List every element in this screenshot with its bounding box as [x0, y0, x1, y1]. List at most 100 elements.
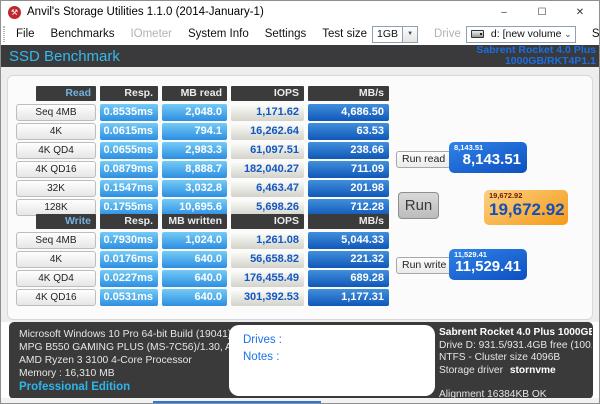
- info-panel: Microsoft Windows 10 Pro 64-bit Build (1…: [9, 322, 593, 403]
- write-table: Write Resp. time MB written IOPS MB/s Se…: [16, 214, 389, 308]
- storage-driver-label: Storage driver: [439, 364, 503, 376]
- write-score-value: 11,529.41: [455, 258, 521, 275]
- row-label-button[interactable]: 4K QD4: [16, 270, 96, 287]
- drive-icon: [470, 30, 484, 38]
- mb-read-value: 8,888.7: [162, 161, 227, 178]
- total-score-small: 19,672.92: [489, 191, 523, 200]
- mbs-value: 63.53: [308, 123, 389, 140]
- iops-value: 176,455.49: [231, 270, 304, 287]
- mbs-value: 201.98: [308, 180, 389, 197]
- motherboard-info: MPG B550 GAMING PLUS (MS-7C56)/1.30, AM4: [19, 342, 247, 353]
- menu-settings[interactable]: Settings: [257, 25, 315, 43]
- resp-time-header: Resp. time: [100, 214, 158, 242]
- test-size-select[interactable]: 1GB ▼: [372, 25, 419, 43]
- mb-written-value: 640.0: [162, 251, 227, 268]
- write-score-badge: 11,529.41 11,529.41: [449, 249, 527, 280]
- iops-value: 182,040.27: [231, 161, 304, 178]
- row-label-button[interactable]: 4K: [16, 123, 96, 140]
- iops-value: 61,097.51: [231, 142, 304, 159]
- edition-label: Professional Edition: [19, 381, 131, 393]
- device-name: Sabrent Rocket 4.0 Plus 1000GB/RKT4P1.1: [476, 45, 599, 67]
- row-label-button[interactable]: 4K QD4: [16, 142, 96, 159]
- memory-info: Memory : 16,310 MB: [19, 368, 115, 379]
- notes-label: Notes :: [243, 351, 280, 363]
- menu-system-info[interactable]: System Info: [180, 25, 257, 43]
- table-row: 4K 0.0176ms 640.0 56,658.82 221.32: [16, 251, 389, 268]
- mb-read-value: 2,983.3: [162, 142, 227, 159]
- mb-written-value: 640.0: [162, 270, 227, 287]
- resp-time-value: 0.0531ms: [100, 289, 158, 306]
- menu-file[interactable]: File: [8, 25, 43, 43]
- table-row: 4K QD4 0.0227ms 640.0 176,455.49 689.28: [16, 270, 389, 287]
- close-button[interactable]: ✕: [561, 1, 599, 23]
- dropdown-arrow-icon[interactable]: ▼: [402, 26, 418, 42]
- resp-time-value: 0.8535ms: [100, 104, 158, 121]
- row-label-button[interactable]: 4K: [16, 251, 96, 268]
- run-write-button[interactable]: Run write: [396, 257, 453, 274]
- app-window: ⚒ Anvil's Storage Utilities 1.1.0 (2014-…: [0, 0, 600, 404]
- iops-value: 56,658.82: [231, 251, 304, 268]
- mbs-value: 5,044.33: [308, 232, 389, 249]
- mbs-value: 221.32: [308, 251, 389, 268]
- resp-time-value: 0.7930ms: [100, 232, 158, 249]
- read-header: Read: [36, 86, 96, 101]
- table-row: Seq 4MB 0.7930ms 1,024.0 1,261.08 5,044.…: [16, 232, 389, 249]
- table-row: 4K QD16 0.0531ms 640.0 301,392.53 1,177.…: [16, 289, 389, 306]
- drives-label: Drives :: [243, 334, 282, 346]
- mbs-value: 689.28: [308, 270, 389, 287]
- mb-read-value: 794.1: [162, 123, 227, 140]
- mbs-value: 238.66: [308, 142, 389, 159]
- row-label-button[interactable]: Seq 4MB: [16, 104, 96, 121]
- mb-read-value: 3,032.8: [162, 180, 227, 197]
- run-read-button[interactable]: Run read: [396, 151, 452, 168]
- drive-select[interactable]: d: [new volume] ⌄: [465, 25, 576, 43]
- test-size-label: Test size: [322, 28, 368, 40]
- cpu-info: AMD Ryzen 3 3100 4-Core Processor: [19, 355, 192, 366]
- resp-time-value: 0.0615ms: [100, 123, 158, 140]
- mb-written-header: MB written: [162, 214, 227, 229]
- resp-time-value: 0.0879ms: [100, 161, 158, 178]
- iops-value: 1,171.62: [231, 104, 304, 121]
- system-info: Microsoft Windows 10 Pro 64-bit Build (1…: [19, 328, 246, 380]
- table-row: 32K 0.1547ms 3,032.8 6,463.47 201.98: [16, 180, 389, 197]
- menu-benchmarks[interactable]: Benchmarks: [43, 25, 123, 43]
- window-controls: – ☐ ✕: [485, 1, 599, 23]
- mb-read-header: MB read: [162, 86, 227, 101]
- benchmark-area: Read Resp. time MB read IOPS MB/s Seq 4M…: [1, 67, 599, 322]
- mbs-header: MB/s: [308, 214, 389, 229]
- menu-screenshot[interactable]: Screenshot: [584, 25, 599, 43]
- row-label-button[interactable]: Seq 4MB: [16, 232, 96, 249]
- write-table-header: Write Resp. time MB written IOPS MB/s: [16, 214, 389, 242]
- iops-value: 6,463.47: [231, 180, 304, 197]
- run-button[interactable]: Run: [398, 192, 439, 219]
- mb-written-value: 1,024.0: [162, 232, 227, 249]
- row-label-button[interactable]: 32K: [16, 180, 96, 197]
- read-score-value: 8,143.51: [462, 151, 521, 168]
- storage-driver-value: stornvme: [509, 364, 556, 376]
- minimize-button[interactable]: –: [485, 1, 523, 23]
- mb-read-value: 2,048.0: [162, 104, 227, 121]
- drives-notes-box: Drives : Notes :: [229, 325, 435, 396]
- table-row: 4K QD16 0.0879ms 8,888.7 182,040.27 711.…: [16, 161, 389, 178]
- row-label-button[interactable]: 4K QD16: [16, 161, 96, 178]
- drive-value: d: [new volume]: [490, 28, 561, 40]
- iops-header: IOPS: [231, 214, 304, 229]
- table-row: Seq 4MB 0.8535ms 2,048.0 1,171.62 4,686.…: [16, 104, 389, 121]
- resp-time-value: 0.0176ms: [100, 251, 158, 268]
- read-table-header: Read Resp. time MB read IOPS MB/s: [16, 86, 389, 114]
- test-size-value: 1GB: [377, 28, 399, 40]
- menu-iometer: IOmeter: [130, 28, 172, 40]
- resp-time-value: 0.1547ms: [100, 180, 158, 197]
- row-label-button[interactable]: 4K QD16: [16, 289, 96, 306]
- header-band: SSD Benchmark Sabrent Rocket 4.0 Plus 10…: [1, 45, 599, 67]
- maximize-button[interactable]: ☐: [523, 1, 561, 23]
- chevron-down-icon: ⌄: [564, 28, 572, 39]
- drive-label: Drive: [434, 28, 461, 40]
- resp-time-header: Resp. time: [100, 86, 158, 114]
- table-row: 4K QD4 0.0655ms 2,983.3 61,097.51 238.66: [16, 142, 389, 159]
- drive-info-title: Sabrent Rocket 4.0 Plus 1000GB/RKT4P1.1: [439, 327, 592, 338]
- write-header: Write: [36, 214, 96, 229]
- mbs-value: 4,686.50: [308, 104, 389, 121]
- iops-value: 301,392.53: [231, 289, 304, 306]
- mbs-value: 1,177.31: [308, 289, 389, 306]
